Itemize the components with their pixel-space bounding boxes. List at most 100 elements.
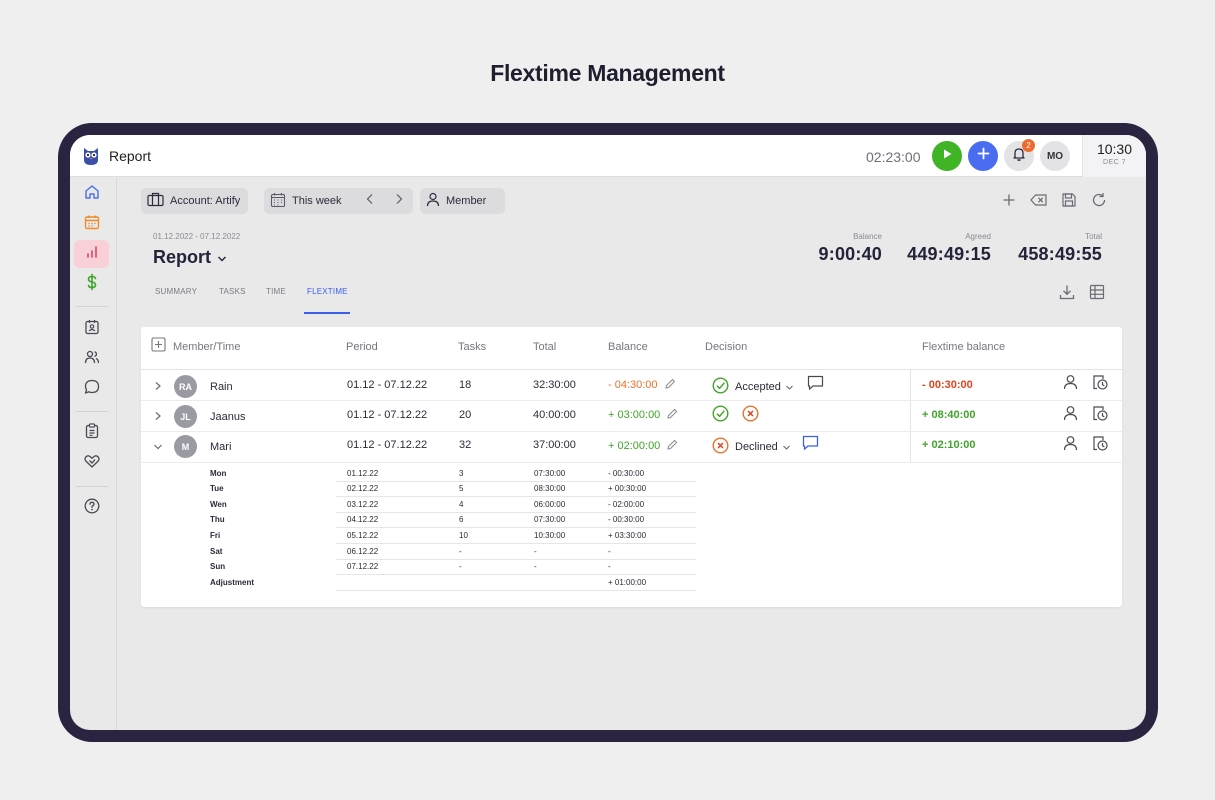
detail-balance: - 02:00:00 [608, 500, 645, 509]
timesheet-button[interactable] [1091, 405, 1109, 426]
chevron-right-icon [394, 192, 404, 210]
tab-flextime[interactable]: FLEXTIME [307, 287, 348, 296]
flextime-balance-cell: + 08:40:00 [922, 409, 976, 421]
clear-icon [1030, 193, 1048, 212]
member-profile-button[interactable] [1061, 405, 1079, 424]
agreed-stat: Agreed 449:49:15 [907, 232, 991, 265]
column-header-flextime-balance[interactable]: Flextime balance [922, 341, 1005, 353]
sidebar-item-calendar[interactable] [74, 210, 109, 238]
decline-button[interactable] [741, 405, 759, 427]
accept-button[interactable] [711, 405, 729, 427]
expand-row-button[interactable] [152, 411, 164, 423]
sidebar-item-tasks[interactable] [74, 419, 109, 447]
home-icon [83, 183, 101, 206]
save-report-button[interactable] [1059, 192, 1079, 212]
column-header-period[interactable]: Period [346, 341, 378, 353]
total-cell: 37:00:00 [533, 439, 576, 451]
refresh-button[interactable] [1089, 192, 1109, 212]
sidebar-item-team[interactable] [74, 345, 109, 373]
plus-icon [977, 147, 990, 165]
expand-row-button[interactable] [152, 381, 164, 393]
decision-dropdown[interactable]: Declined [712, 437, 791, 457]
add-filter-button[interactable] [999, 192, 1019, 212]
sidebar-item-messages[interactable] [74, 375, 109, 403]
detail-total: 10:30:00 [534, 531, 566, 540]
column-header-balance[interactable]: Balance [608, 341, 648, 353]
sidebar-item-profile[interactable] [74, 315, 109, 343]
check-circle-icon [711, 405, 729, 427]
detail-tasks: 3 [459, 469, 464, 478]
member-profile-button[interactable] [1061, 374, 1079, 393]
tab-tasks[interactable]: TASKS [219, 287, 246, 296]
next-period-button[interactable] [390, 192, 408, 210]
sidebar-item-billing[interactable] [74, 270, 109, 298]
member-name: Mari [210, 441, 232, 453]
tab-time[interactable]: TIME [266, 287, 286, 296]
decision-dropdown[interactable]: Accepted [712, 377, 794, 397]
play-icon [941, 147, 953, 165]
detail-tasks: - [459, 547, 462, 556]
timesheet-button[interactable] [1091, 435, 1109, 454]
column-header-member[interactable]: Member/Time [173, 341, 240, 353]
row-divider [141, 400, 1122, 401]
report-date-range: 01.12.2022 - 07.12.2022 [153, 232, 241, 241]
detail-date: 05.12.22 [347, 531, 379, 540]
column-header-tasks[interactable]: Tasks [458, 341, 486, 353]
detail-tasks: 6 [459, 515, 464, 524]
balance-stat: Balance 9:00:40 [819, 232, 882, 265]
refresh-icon [1091, 192, 1107, 213]
period-cell: 01.12 - 07.12.22 [347, 409, 428, 421]
table-view-button[interactable] [1087, 284, 1107, 304]
edit-balance-button[interactable] [661, 377, 679, 395]
detail-date: 02.12.22 [347, 484, 379, 493]
edit-balance-button[interactable] [663, 407, 681, 425]
detail-day: Wen [210, 500, 227, 509]
row-divider [141, 462, 1122, 463]
sidebar-item-agreements[interactable] [74, 449, 109, 477]
previous-period-button[interactable] [361, 192, 379, 210]
tab-summary[interactable]: SUMMARY [155, 287, 197, 296]
detail-total: - [534, 547, 537, 556]
sidebar-item-home[interactable] [74, 180, 109, 208]
account-filter[interactable]: Account: Artify [141, 188, 249, 214]
tasks-cell: 18 [459, 379, 472, 391]
collapse-row-button[interactable] [152, 441, 164, 453]
dollar-icon [83, 273, 101, 296]
edit-balance-button[interactable] [663, 438, 681, 456]
x-circle-icon [741, 405, 759, 427]
column-header-total[interactable]: Total [533, 341, 556, 353]
table-icon [1089, 284, 1105, 305]
timesheet-button[interactable] [1091, 374, 1109, 393]
detail-balance: - [608, 562, 611, 571]
sidebar-item-reports[interactable] [74, 240, 109, 268]
briefcase-icon [147, 192, 170, 210]
comment-button[interactable] [801, 435, 819, 454]
running-timer: 02:23:00 [866, 149, 921, 165]
detail-divider [336, 481, 696, 482]
sidebar-item-help[interactable] [74, 494, 109, 522]
start-timer-button[interactable] [932, 141, 962, 171]
period-cell: 01.12 - 07.12.22 [347, 439, 428, 451]
help-icon [83, 497, 101, 520]
detail-tasks: - [459, 562, 462, 571]
pencil-icon [666, 407, 678, 425]
notifications-button[interactable]: 2 [1004, 139, 1035, 171]
download-button[interactable] [1057, 284, 1077, 304]
member-profile-button[interactable] [1061, 435, 1079, 454]
users-icon [83, 348, 101, 371]
comment-button[interactable] [806, 375, 824, 396]
user-avatar[interactable]: MO [1040, 141, 1070, 171]
report-title: Report [153, 247, 211, 267]
clear-filters-button[interactable] [1029, 192, 1049, 212]
report-title-dropdown[interactable]: Report [153, 247, 227, 268]
detail-day: Thu [210, 515, 225, 524]
member-filter[interactable]: Member [420, 188, 505, 214]
column-header-decision[interactable]: Decision [705, 341, 747, 353]
timesheet-icon [1092, 405, 1108, 426]
chat-icon [83, 378, 101, 401]
comment-icon [807, 375, 824, 396]
expand-all-button[interactable] [149, 337, 167, 356]
add-entry-button[interactable] [968, 141, 998, 171]
add-icon [1002, 193, 1016, 212]
detail-day: Mon [210, 469, 227, 478]
